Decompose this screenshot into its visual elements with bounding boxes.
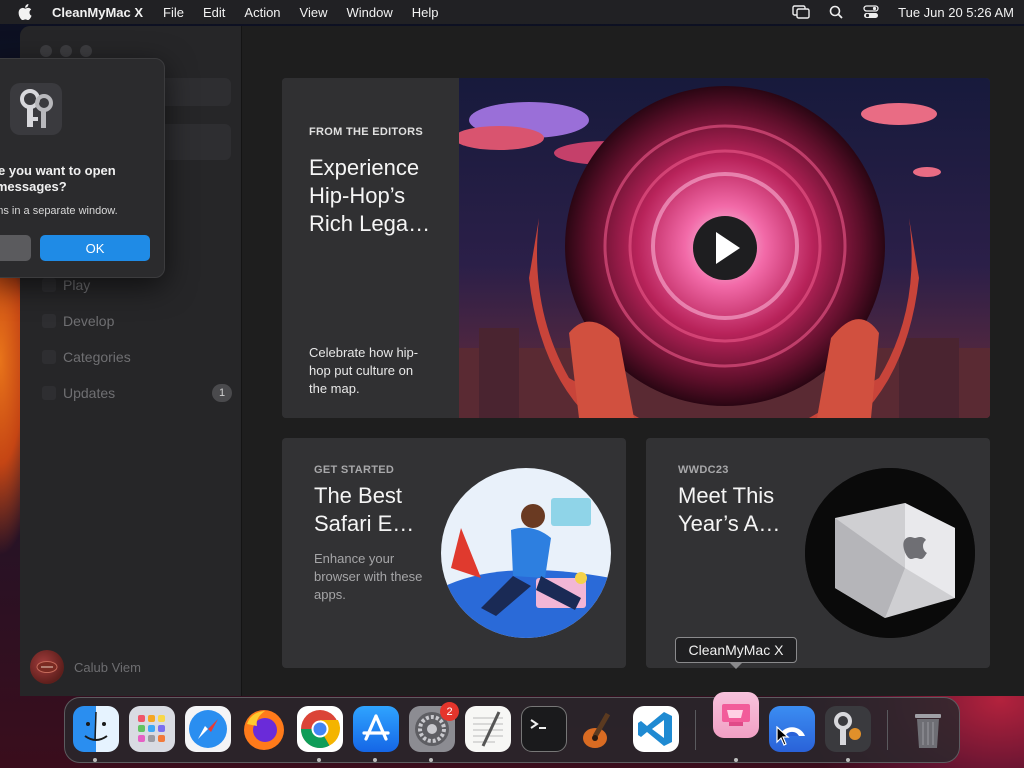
textedit-icon[interactable]: [465, 706, 511, 752]
play-icon: [42, 278, 56, 292]
sidebar-item-categories[interactable]: Categories: [42, 344, 232, 370]
updates-count-badge: 1: [212, 384, 232, 402]
safari-card-eyebrow: GET STARTED: [314, 464, 395, 476]
featured-title: Experience Hip-Hop’s Rich Lega…: [309, 155, 431, 236]
sidebar-item-updates[interactable]: Updates 1: [42, 380, 232, 406]
keychain-access-icon[interactable]: [825, 706, 871, 752]
sidebar-item-label: Play: [63, 277, 91, 293]
alert-title: ure you want to open 8 messages?: [0, 163, 116, 194]
running-indicator: [734, 758, 738, 762]
safari-card-text: GET STARTED The Best Safari E… Enhance y…: [314, 464, 424, 604]
open-messages-alert: ure you want to open 8 messages? pens in…: [0, 58, 165, 278]
running-indicator: [93, 758, 97, 762]
user-name: Calub Viem: [74, 659, 141, 675]
vscode-icon[interactable]: [633, 706, 679, 752]
safari-extensions-card[interactable]: GET STARTED The Best Safari E… Enhance y…: [282, 438, 626, 668]
dock: [64, 692, 960, 763]
menu-bar-clock[interactable]: Tue Jun 20 5:26 AM: [898, 5, 1014, 20]
alert-message: pens in a separate window.: [0, 205, 118, 217]
avatar: [30, 650, 64, 684]
featured-description: Celebrate how hip-hop put culture on the…: [309, 345, 419, 396]
zoom-window-button[interactable]: [80, 45, 92, 57]
close-window-button[interactable]: [40, 45, 52, 57]
chrome-icon[interactable]: [297, 706, 343, 752]
menu-bar: CleanMyMac X File Edit Action View Windo…: [0, 0, 1024, 24]
menu-action[interactable]: Action: [244, 5, 280, 20]
settings-notification-badge: 2: [440, 702, 459, 721]
sidebar-item-label: Develop: [63, 313, 115, 329]
download-icon: [42, 386, 56, 400]
cancel-button[interactable]: [0, 235, 31, 261]
trash-icon[interactable]: [905, 706, 951, 752]
cleanmymac-icon[interactable]: [713, 692, 759, 738]
apple-menu-icon[interactable]: [18, 4, 34, 20]
tooltip-arrow: [729, 662, 743, 669]
app-store-window: Play Develop Categories Updates 1 Calub …: [20, 26, 1024, 696]
menu-help[interactable]: Help: [412, 5, 439, 20]
garageband-icon[interactable]: [577, 706, 623, 752]
sidebar-item-develop[interactable]: Develop: [42, 308, 232, 334]
running-indicator: [846, 758, 850, 762]
user-account[interactable]: Calub Viem: [30, 650, 141, 684]
dock-separator: [887, 710, 888, 750]
wwdc-card-text: WWDC23 Meet This Year’s A…: [678, 464, 788, 538]
wwdc-card-artwork: [805, 468, 975, 638]
launchpad-icon[interactable]: [129, 706, 175, 752]
mouse-cursor: [776, 725, 790, 751]
featured-artwork: [454, 78, 990, 418]
safari-card-title: The Best Safari E…: [314, 483, 415, 536]
featured-eyebrow: FROM THE EDITORS: [309, 126, 423, 138]
firefox-icon[interactable]: [241, 706, 287, 752]
ok-button[interactable]: OK: [40, 235, 150, 261]
keychain-icon: [10, 83, 62, 135]
hammer-icon: [42, 314, 56, 328]
running-indicator: [429, 758, 433, 762]
menu-window[interactable]: Window: [347, 5, 393, 20]
control-center-icon[interactable]: [860, 4, 882, 20]
terminal-icon[interactable]: [521, 706, 567, 752]
minimize-window-button[interactable]: [60, 45, 72, 57]
sidebar-item-label: Updates: [63, 385, 116, 401]
running-indicator: [317, 758, 321, 762]
menu-view[interactable]: View: [300, 5, 328, 20]
dock-tooltip: CleanMyMac X: [675, 637, 797, 663]
grid-icon: [42, 350, 56, 364]
menu-file[interactable]: File: [163, 5, 184, 20]
wwdc-card-eyebrow: WWDC23: [678, 464, 729, 476]
running-indicator: [373, 758, 377, 762]
safari-card-artwork: [441, 468, 611, 638]
menu-edit[interactable]: Edit: [203, 5, 225, 20]
wwdc-card-title: Meet This Year’s A…: [678, 483, 781, 536]
screen-mirroring-icon[interactable]: [790, 4, 812, 20]
app-store-icon[interactable]: [353, 706, 399, 752]
wwdc-card[interactable]: WWDC23 Meet This Year’s A…: [646, 438, 990, 668]
finder-icon[interactable]: [73, 706, 119, 752]
safari-card-description: Enhance your browser with these apps.: [314, 551, 423, 602]
search-icon[interactable]: [825, 4, 847, 20]
featured-story-card[interactable]: FROM THE EDITORS Experience Hip-Hop’s Ri…: [282, 78, 990, 418]
safari-icon[interactable]: [185, 706, 231, 752]
sidebar-item-label: Categories: [63, 349, 131, 365]
featured-story-text: FROM THE EDITORS Experience Hip-Hop’s Ri…: [282, 78, 459, 418]
app-name-menu[interactable]: CleanMyMac X: [52, 5, 143, 20]
dock-separator: [695, 710, 696, 750]
